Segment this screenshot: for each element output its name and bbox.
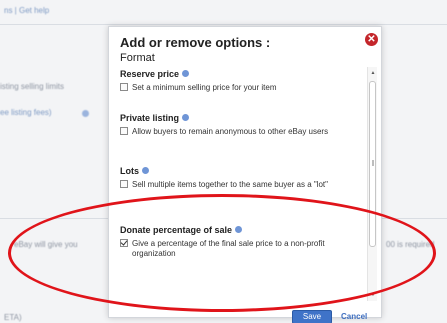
scroll-up-arrow-icon[interactable]: ▲ (368, 69, 378, 77)
dialog-subtitle: Format (120, 52, 155, 64)
dialog-title: Add or remove options : (120, 35, 271, 50)
bg-info-icon (82, 110, 89, 117)
bg-listing-fees: ee listing fees) (0, 108, 52, 117)
option-heading-private-listing: Private listing (120, 113, 190, 124)
info-icon[interactable] (142, 167, 149, 175)
bg-divider (0, 24, 447, 25)
option-private-listing[interactable]: Allow buyers to remain anonymous to othe… (120, 127, 360, 137)
scroll-down-arrow-icon[interactable]: ▼ (368, 291, 378, 299)
info-icon[interactable] (182, 70, 190, 78)
option-heading-reserve-price: Reserve price (120, 69, 190, 80)
option-reserve-price[interactable]: Set a minimum selling price for your ite… (120, 83, 360, 93)
option-label: Give a percentage of the final sale pric… (132, 239, 325, 258)
bg-ebay-will-give: eBay will give you (14, 240, 78, 249)
bg-selling-limits: isting selling limits (0, 82, 65, 91)
info-icon[interactable] (182, 114, 190, 122)
info-icon[interactable] (235, 226, 243, 234)
lots-checkbox[interactable] (120, 180, 128, 188)
save-button[interactable]: Save (292, 310, 332, 323)
bg-top-links: ns | Get help (4, 6, 50, 15)
option-label: Sell multiple items together to the same… (132, 180, 328, 189)
option-donate-percentage[interactable]: Give a percentage of the final sale pric… (120, 239, 360, 259)
cancel-link[interactable]: Cancel (341, 312, 367, 321)
donate-percentage-checkbox[interactable] (120, 239, 128, 247)
close-icon[interactable]: ✕ (365, 33, 378, 46)
option-heading-lots: Lots (120, 166, 149, 177)
option-label: Allow buyers to remain anonymous to othe… (132, 127, 329, 136)
bg-bottom-text: ETA) (4, 313, 22, 322)
option-heading-donate-percentage: Donate percentage of sale (120, 225, 243, 236)
scroll-grip (372, 160, 374, 166)
bg-required-text: 00 is required (386, 240, 435, 249)
reserve-price-checkbox[interactable] (120, 83, 128, 91)
scroll-thumb[interactable] (369, 81, 376, 247)
option-label: Set a minimum selling price for your ite… (132, 83, 277, 92)
option-lots[interactable]: Sell multiple items together to the same… (120, 180, 360, 190)
private-listing-checkbox[interactable] (120, 127, 128, 135)
options-dialog: Add or remove options : Format ✕ Reserve… (108, 26, 382, 323)
options-list: Reserve price Set a minimum selling pric… (109, 69, 367, 301)
options-scrollbar[interactable]: ▲ ▼ (367, 67, 377, 301)
